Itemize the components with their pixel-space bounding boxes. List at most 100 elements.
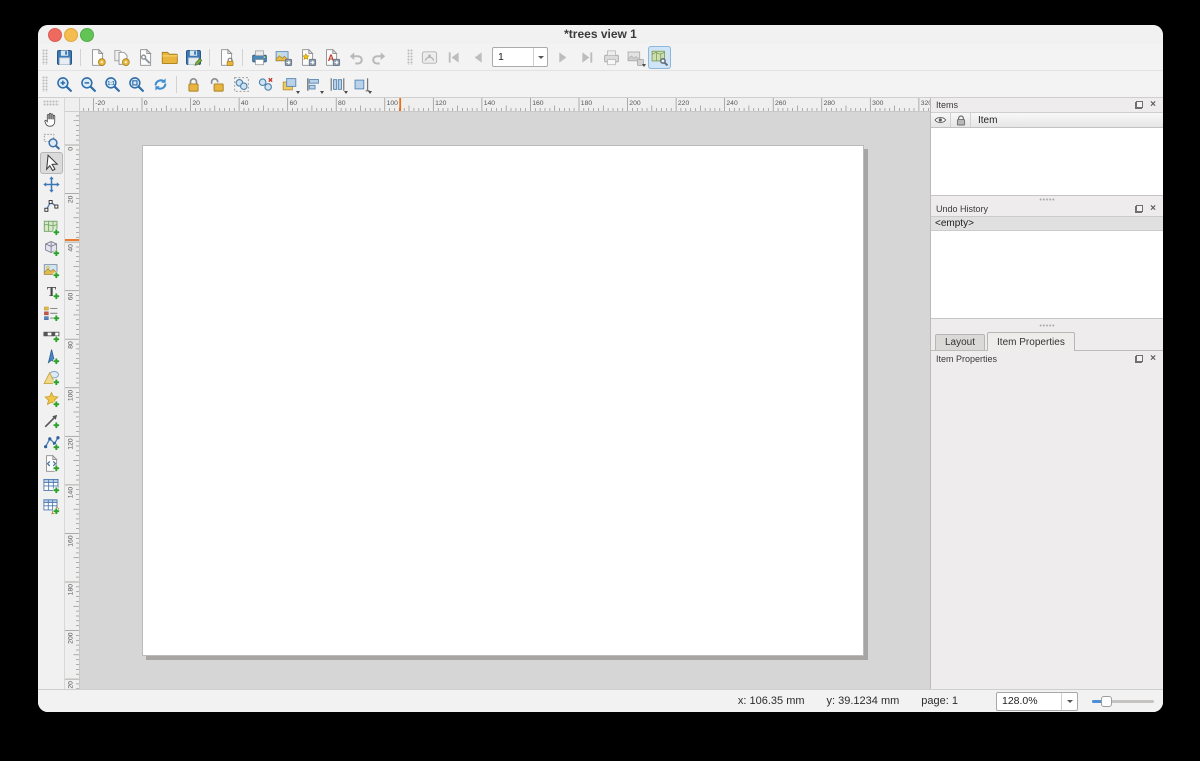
pages-gear-icon	[112, 48, 131, 67]
dropdown-arrow-icon[interactable]	[296, 91, 300, 94]
layout-manager-button[interactable]	[134, 46, 157, 69]
dropdown-arrow-icon[interactable]	[368, 91, 372, 94]
distribute-items-button[interactable]	[326, 73, 349, 96]
zoom-tool-button[interactable]	[40, 131, 63, 153]
add-legend-button[interactable]	[40, 303, 63, 325]
zoom-slider-thumb[interactable]	[1101, 696, 1112, 707]
export-image-icon	[274, 48, 293, 67]
print-layout-button[interactable]	[248, 46, 271, 69]
zoom-out-button[interactable]	[77, 73, 100, 96]
add-marker-button[interactable]	[40, 389, 63, 411]
redo-button[interactable]	[368, 46, 391, 69]
undo-button[interactable]	[344, 46, 367, 69]
next-feature-button[interactable]	[552, 46, 575, 69]
dropdown-arrow-icon[interactable]	[320, 91, 324, 94]
export-atlas-button[interactable]	[624, 46, 647, 69]
add-arrow-button[interactable]	[40, 410, 63, 432]
zoom-out-icon	[79, 75, 98, 94]
layout-viewport[interactable]	[79, 111, 930, 689]
last-feature-button[interactable]	[576, 46, 599, 69]
export-as-pdf-button[interactable]: A	[320, 46, 343, 69]
zoom-slider[interactable]	[1092, 694, 1154, 708]
export-as-image-button[interactable]	[272, 46, 295, 69]
dropdown-arrow-icon[interactable]	[642, 64, 646, 67]
tab-item-properties[interactable]: Item Properties	[987, 332, 1075, 351]
preview-atlas-button[interactable]	[418, 46, 441, 69]
add-picture-button[interactable]	[40, 260, 63, 282]
undo-history-float-button[interactable]	[1134, 204, 1144, 214]
undo-history-close-button[interactable]: ×	[1148, 204, 1158, 214]
zoom-full-button[interactable]	[125, 73, 148, 96]
print-atlas-button[interactable]	[600, 46, 623, 69]
pan-layout-button[interactable]	[40, 109, 63, 131]
edit-nodes-item-button[interactable]	[40, 195, 63, 217]
spinbox-dropdown-arrow-icon[interactable]	[533, 48, 547, 66]
add-shape-button[interactable]	[40, 367, 63, 389]
layout-toolbar: A	[40, 46, 391, 69]
atlas-settings-button[interactable]	[648, 46, 671, 69]
lock-selected-items-button[interactable]	[182, 73, 205, 96]
add-attribute-table-button[interactable]	[40, 475, 63, 497]
toolbar-drag-handle[interactable]	[42, 49, 48, 65]
item-properties-close-button[interactable]: ×	[1148, 354, 1158, 364]
items-panel-float-button[interactable]	[1134, 100, 1144, 110]
move-item-content-button[interactable]	[40, 174, 63, 196]
resize-items-button[interactable]	[350, 73, 373, 96]
horizontal-ruler[interactable]: -200204060801001201401601802002202402602…	[79, 98, 930, 112]
item-properties-body	[931, 367, 1163, 689]
refresh-view-button[interactable]	[149, 73, 172, 96]
save-project-button[interactable]	[53, 46, 76, 69]
add-map-button[interactable]	[40, 217, 63, 239]
toolbar-actions: 1:1	[38, 71, 1163, 98]
items-panel-close-button[interactable]: ×	[1148, 100, 1158, 110]
select-move-item-button[interactable]	[40, 152, 63, 174]
add-label-button[interactable]: T	[40, 281, 63, 303]
export-as-svg-button[interactable]	[296, 46, 319, 69]
undo-history-list[interactable]	[931, 231, 1163, 319]
add-north-arrow-button[interactable]	[40, 346, 63, 368]
nav-last-icon	[578, 48, 597, 67]
duplicate-layout-button[interactable]	[110, 46, 133, 69]
svg-text:0: 0	[67, 147, 74, 151]
add-html-button[interactable]	[40, 453, 63, 475]
align-selected-items-button[interactable]	[302, 73, 325, 96]
add-node-item-button[interactable]	[40, 432, 63, 454]
previous-feature-button[interactable]	[466, 46, 489, 69]
toolbar-drag-handle[interactable]	[42, 76, 48, 92]
add-arrow-icon	[42, 411, 61, 430]
page-wrench-icon	[136, 48, 155, 67]
page-lock-button[interactable]	[215, 46, 238, 69]
first-feature-button[interactable]	[442, 46, 465, 69]
group-items-button[interactable]	[230, 73, 253, 96]
tab-layout[interactable]: Layout	[935, 334, 985, 350]
add-scale-bar-button[interactable]	[40, 324, 63, 346]
layout-page[interactable]	[142, 145, 864, 656]
load-from-template-button[interactable]	[158, 46, 181, 69]
undo-history-entry[interactable]: <empty>	[931, 216, 1163, 231]
select-icon	[42, 153, 61, 172]
add-fixed-table-button[interactable]	[40, 496, 63, 518]
add-3d-map-button[interactable]	[40, 238, 63, 260]
unlock-all-items-button[interactable]	[206, 73, 229, 96]
atlas-page-input[interactable]: 1	[492, 47, 548, 67]
dropdown-arrow-icon[interactable]	[344, 91, 348, 94]
items-list[interactable]	[931, 128, 1163, 196]
add-legend-icon	[42, 304, 61, 323]
combobox-dropdown-arrow-icon[interactable]	[1061, 693, 1077, 710]
new-layout-button[interactable]	[86, 46, 109, 69]
zoom-level-combobox[interactable]: 128.0%	[996, 692, 1078, 711]
edit-nodes-icon	[42, 196, 61, 215]
save-as-template-button[interactable]	[182, 46, 205, 69]
toolbox-drag-handle[interactable]	[43, 100, 59, 106]
raise-selected-items-button[interactable]	[278, 73, 301, 96]
item-properties-float-button[interactable]	[1134, 354, 1144, 364]
vertical-ruler[interactable]: 020406080100120140160180200220	[65, 111, 80, 689]
zoom-actual-button[interactable]: 1:1	[101, 73, 124, 96]
item-properties-panel-title: Item Properties	[936, 354, 997, 364]
titlebar[interactable]: *trees view 1	[38, 25, 1163, 44]
ungroup-items-button[interactable]	[254, 73, 277, 96]
zoom-in-button[interactable]	[53, 73, 76, 96]
panel-splitter-2[interactable]	[931, 319, 1163, 331]
svg-text:20: 20	[67, 195, 74, 203]
toolbar-drag-handle[interactable]	[407, 49, 413, 65]
